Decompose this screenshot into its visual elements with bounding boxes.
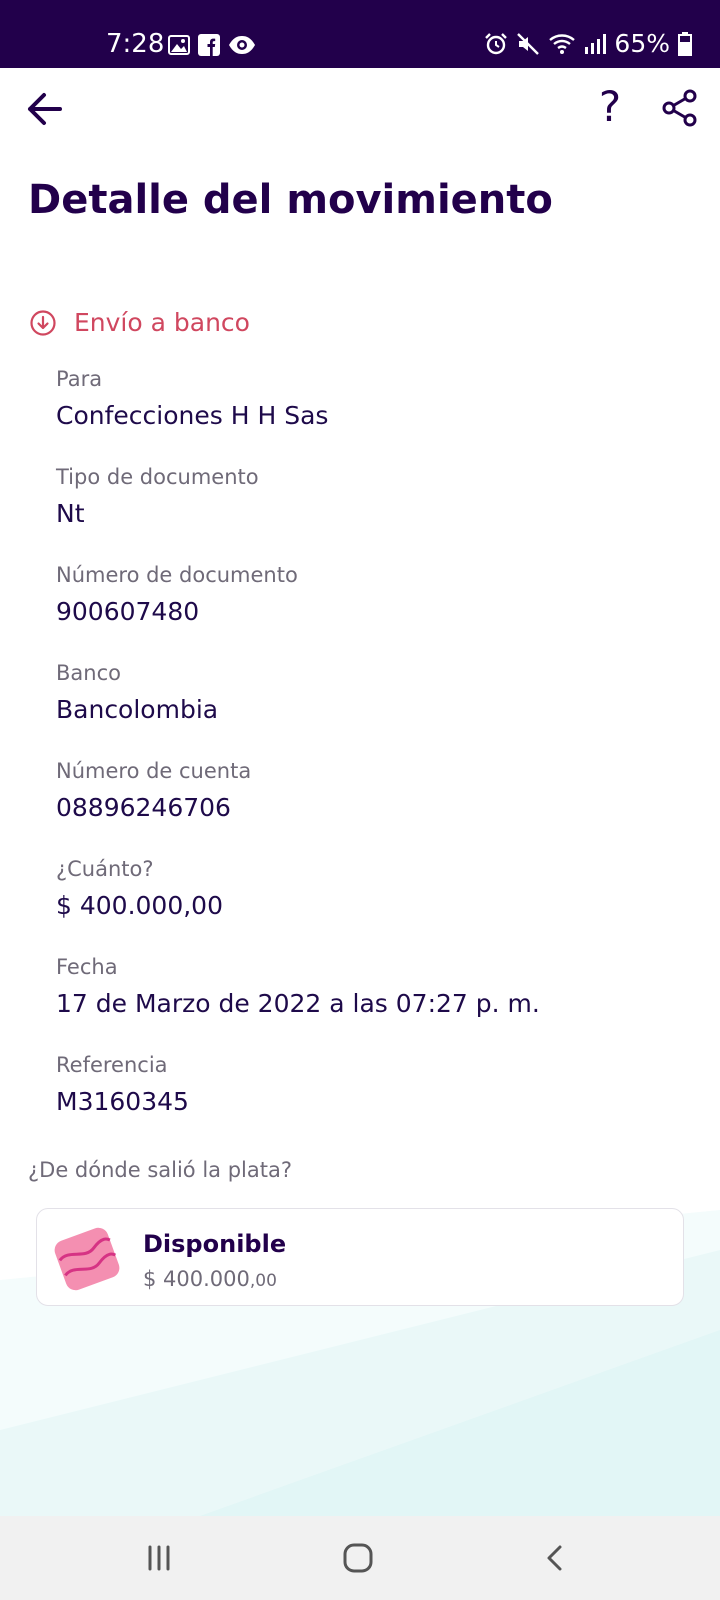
source-name: Disponible (143, 1230, 287, 1258)
facebook-icon (198, 34, 220, 56)
field-label: Número de documento (56, 563, 298, 587)
field-value: 900607480 (56, 597, 200, 626)
field-value: Nt (56, 499, 85, 528)
eye-icon (228, 35, 256, 55)
share-icon (662, 89, 697, 127)
field-value: Bancolombia (56, 695, 219, 724)
nav-back-button[interactable] (540, 1534, 588, 1582)
source-amount-main: $ 400.000 (143, 1267, 250, 1291)
system-nav-bar (0, 1516, 720, 1600)
gallery-icon (168, 35, 190, 55)
field-referencia: Referencia M3160345 (56, 1052, 676, 1150)
field-label: Número de cuenta (56, 759, 252, 783)
signal-icon (584, 33, 607, 55)
field-numero-documento: Número de documento 900607480 (56, 562, 676, 660)
wifi-icon (548, 32, 576, 56)
field-label: Referencia (56, 1053, 168, 1077)
arrow-left-icon (28, 93, 62, 125)
recents-button[interactable] (138, 1534, 186, 1582)
chevron-left-icon (547, 1545, 562, 1571)
source-amount-cents: ,00 (249, 1271, 277, 1291)
field-label: Para (56, 367, 103, 391)
source-amount: $ 400.000,00 (143, 1265, 277, 1295)
field-label: Tipo de documento (56, 465, 259, 489)
share-button[interactable] (660, 88, 700, 128)
movement-details: Para Confecciones H H Sas Tipo de docume… (56, 366, 676, 1150)
movement-type-label: Envío a banco (74, 308, 250, 337)
home-icon (343, 1543, 373, 1573)
mute-icon (516, 32, 540, 56)
field-para: Para Confecciones H H Sas (56, 366, 676, 464)
field-value: $ 400.000,00 (56, 891, 223, 920)
battery-icon (678, 32, 692, 56)
field-numero-cuenta: Número de cuenta 08896246706 (56, 758, 676, 856)
status-bar: 7:28 65% (0, 0, 720, 68)
field-value: M3160345 (56, 1087, 189, 1116)
field-label: Fecha (56, 955, 118, 979)
field-fecha: Fecha 17 de Marzo de 2022 a las 07:27 p.… (56, 954, 676, 1052)
field-value: 17 de Marzo de 2022 a las 07:27 p. m. (56, 989, 540, 1018)
help-button[interactable]: ? (592, 82, 628, 132)
status-time: 7:28 (106, 29, 165, 59)
movement-type: Envío a banco (30, 306, 250, 340)
source-question: ¿De dónde salió la plata? (28, 1158, 292, 1182)
field-value: Confecciones H H Sas (56, 401, 329, 430)
page-title: Detalle del movimiento (28, 177, 553, 223)
alarm-icon (484, 32, 508, 56)
back-button[interactable] (22, 86, 70, 132)
recents-icon (148, 1545, 170, 1571)
field-value: 08896246706 (56, 793, 231, 822)
home-button[interactable] (338, 1534, 386, 1582)
field-cuanto: ¿Cuánto? $ 400.000,00 (56, 856, 676, 954)
pocket-icon (49, 1221, 125, 1297)
field-label: Banco (56, 661, 121, 685)
field-label: ¿Cuánto? (56, 857, 154, 881)
source-card: Disponible $ 400.000,00 (36, 1208, 684, 1306)
arrow-down-circle-icon (30, 310, 56, 336)
field-banco: Banco Bancolombia (56, 660, 676, 758)
battery-percentage: 65% (614, 29, 670, 58)
field-tipo-documento: Tipo de documento Nt (56, 464, 676, 562)
